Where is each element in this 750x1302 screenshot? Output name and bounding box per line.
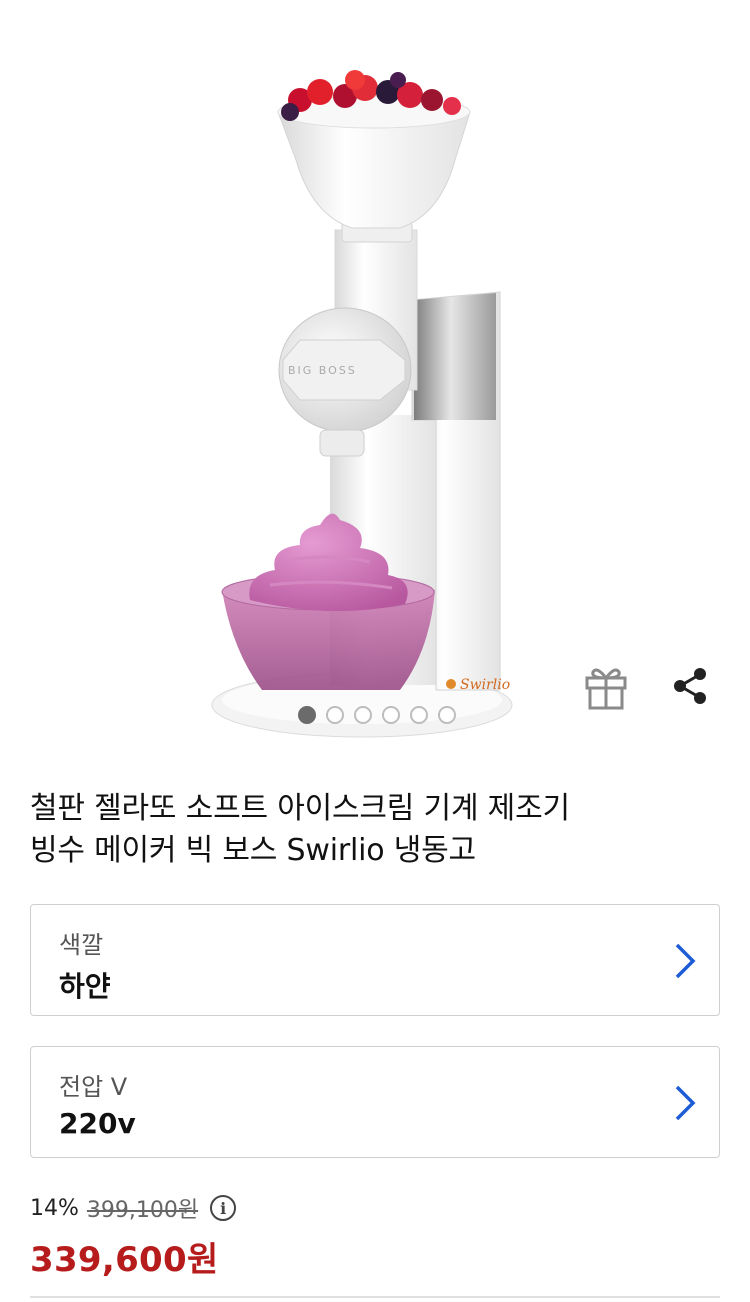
voltage-option-label: 전압 V: [59, 1073, 128, 1101]
gallery-dot[interactable]: [437, 706, 456, 724]
share-button[interactable]: [670, 666, 710, 706]
gallery-dot[interactable]: [353, 706, 372, 724]
brand-mark: BIG BOSS: [288, 364, 357, 377]
product-title-line2: 빙수 메이커 빅 보스 Swirlio 냉동고: [30, 833, 476, 868]
swirlio-logo: Swirlio: [460, 677, 510, 693]
product-title-line1: 철판 젤라또 소프트 아이스크림 기계 제조기: [30, 791, 570, 826]
chevron-right-icon: [675, 1085, 696, 1121]
gallery-dot[interactable]: [297, 706, 316, 724]
info-icon[interactable]: i: [210, 1195, 237, 1221]
gallery-pagination: [0, 706, 750, 724]
sale-price: 339,600원: [30, 1240, 219, 1280]
gift-icon: [585, 668, 627, 710]
price-discount-row: 14% 399,100원 i: [30, 1190, 237, 1226]
voltage-option-select[interactable]: 전압 V 220v: [30, 1046, 720, 1158]
share-icon: [674, 668, 706, 704]
product-page: Swirlio BIG BOSS 철판 젤라또 소프트 아이스크림 기계 제조기…: [0, 0, 750, 1302]
product-image-gallery[interactable]: Swirlio BIG BOSS: [0, 0, 750, 740]
voltage-option-value: 220v: [59, 1107, 136, 1140]
gift-button[interactable]: [583, 662, 629, 710]
product-title: 철판 젤라또 소프트 아이스크림 기계 제조기 빙수 메이커 빅 보스 Swir…: [30, 788, 720, 872]
color-option-value: 하얀: [59, 970, 111, 1003]
gallery-dot[interactable]: [325, 706, 344, 724]
gallery-dot[interactable]: [381, 706, 400, 724]
chevron-right-icon: [675, 943, 696, 979]
original-price: 399,100원: [86, 1198, 199, 1223]
discount-percent: 14%: [30, 1195, 79, 1221]
color-option-select[interactable]: 색깔 하얀: [30, 904, 720, 1016]
divider: [30, 1296, 720, 1298]
product-image: Swirlio BIG BOSS: [211, 70, 513, 738]
color-option-label: 색깔: [59, 931, 104, 959]
gallery-dot[interactable]: [409, 706, 428, 724]
